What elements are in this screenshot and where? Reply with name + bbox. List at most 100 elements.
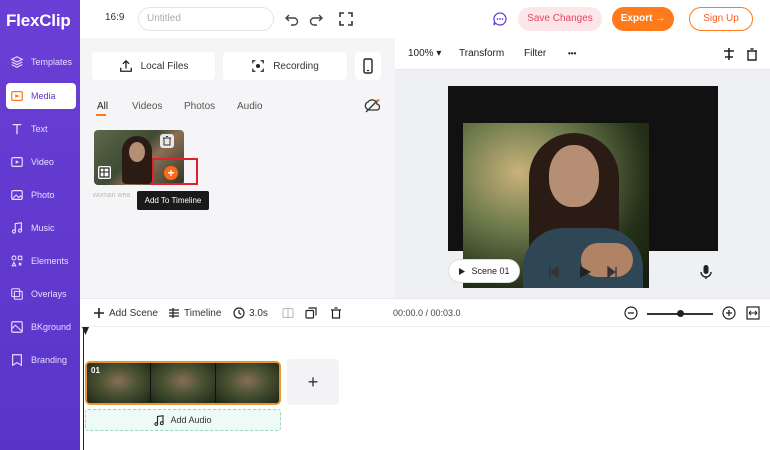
tab-all[interactable]: All bbox=[97, 101, 108, 112]
timeline-icon bbox=[169, 308, 179, 318]
sidebar-item-label: Text bbox=[31, 124, 48, 134]
scene-label: Scene 01 bbox=[471, 266, 510, 276]
duration-value: 3.0s bbox=[249, 307, 268, 319]
playhead[interactable] bbox=[82, 327, 89, 450]
delete-media-icon[interactable] bbox=[160, 134, 174, 148]
trash-icon[interactable] bbox=[330, 307, 342, 319]
phone-upload-button[interactable] bbox=[355, 52, 381, 80]
timeline-area: 01 + Add Audio bbox=[80, 326, 770, 450]
branding-icon bbox=[12, 354, 22, 367]
hide-used-media-icon[interactable] bbox=[364, 98, 380, 114]
music-note-icon bbox=[154, 414, 165, 426]
chat-icon[interactable] bbox=[492, 11, 508, 27]
duplicate-icon[interactable] bbox=[305, 307, 317, 319]
sidebar-item-overlays[interactable]: Overlays bbox=[6, 281, 76, 307]
zoom-slider-handle[interactable] bbox=[677, 310, 684, 317]
active-tab-indicator bbox=[96, 114, 106, 116]
highlight-box bbox=[152, 158, 198, 185]
preview-panel: 100% ▾ Transform Filter ••• Scene 01 bbox=[395, 38, 770, 298]
sidebar-item-media[interactable]: Media bbox=[6, 83, 76, 109]
timeline-label: Timeline bbox=[184, 307, 222, 319]
add-audio-label: Add Audio bbox=[170, 415, 212, 425]
aspect-ratio-selector[interactable]: 16:9 bbox=[105, 12, 124, 23]
export-button[interactable]: Export → bbox=[612, 7, 674, 31]
logo-text: FlexClip bbox=[6, 11, 71, 30]
zoom-in-icon[interactable] bbox=[722, 306, 736, 320]
sidebar-item-label: Media bbox=[31, 91, 56, 101]
add-audio-button[interactable]: Add Audio bbox=[85, 409, 281, 431]
fullscreen-icon[interactable] bbox=[338, 11, 354, 27]
flexclip-editor: FlexClip Templates Media Text Video Phot… bbox=[0, 0, 770, 450]
play-icon[interactable] bbox=[578, 265, 592, 279]
sidebar-item-branding[interactable]: Branding bbox=[6, 347, 76, 373]
background-icon bbox=[11, 321, 23, 333]
upload-icon bbox=[119, 59, 132, 72]
sidebar-item-label: Video bbox=[31, 157, 54, 167]
sidebar-item-label: Music bbox=[31, 223, 55, 233]
sidebar-item-elements[interactable]: Elements bbox=[6, 248, 76, 274]
sidebar-item-label: Overlays bbox=[31, 289, 67, 299]
split-icon[interactable] bbox=[282, 307, 294, 319]
zoom-value: 100% bbox=[408, 48, 434, 59]
previous-icon[interactable] bbox=[548, 266, 560, 278]
align-icon[interactable] bbox=[722, 47, 736, 61]
add-scene-label: Add Scene bbox=[109, 307, 158, 319]
sidebar-item-label: Templates bbox=[31, 57, 73, 67]
music-icon bbox=[11, 222, 23, 234]
zoom-out-icon[interactable] bbox=[624, 306, 638, 320]
tab-audio[interactable]: Audio bbox=[237, 101, 263, 112]
save-changes-button[interactable]: Save Changes bbox=[518, 7, 602, 31]
sidebar-item-video[interactable]: Video bbox=[6, 149, 76, 175]
phone-icon bbox=[363, 58, 373, 74]
microphone-icon[interactable] bbox=[699, 264, 713, 280]
play-small-icon bbox=[459, 267, 466, 275]
preview-toolbar: 100% ▾ Transform Filter ••• bbox=[395, 38, 770, 70]
sidebar: FlexClip Templates Media Text Video Phot… bbox=[0, 0, 80, 450]
delete-icon[interactable] bbox=[745, 47, 759, 61]
media-folder-icon bbox=[11, 91, 23, 101]
timeline-clip[interactable]: 01 bbox=[85, 361, 281, 405]
top-header: 16:9 Untitled Save Changes Export → Sign… bbox=[80, 0, 770, 38]
media-panel: Local Files Recording All Videos Photos … bbox=[80, 38, 395, 298]
sidebar-item-music[interactable]: Music bbox=[6, 215, 76, 241]
overlays-icon bbox=[11, 288, 23, 300]
next-icon[interactable] bbox=[606, 266, 618, 278]
redo-icon[interactable] bbox=[308, 11, 324, 27]
layers-icon bbox=[10, 56, 24, 68]
duration-button[interactable]: 3.0s bbox=[233, 307, 268, 319]
sidebar-item-templates[interactable]: Templates bbox=[6, 49, 76, 75]
record-icon bbox=[252, 60, 265, 72]
local-files-button[interactable]: Local Files bbox=[92, 52, 215, 80]
sidebar-item-bkground[interactable]: BKground bbox=[6, 314, 76, 340]
zoom-selector[interactable]: 100% ▾ bbox=[408, 48, 441, 59]
sidebar-item-label: Elements bbox=[31, 256, 69, 266]
tab-videos[interactable]: Videos bbox=[132, 101, 162, 112]
project-title-input[interactable]: Untitled bbox=[138, 7, 274, 31]
text-icon bbox=[12, 123, 22, 135]
scene-selector[interactable]: Scene 01 bbox=[448, 259, 520, 283]
sidebar-item-text[interactable]: Text bbox=[6, 116, 76, 142]
plus-icon bbox=[94, 308, 104, 318]
recording-button[interactable]: Recording bbox=[223, 52, 347, 80]
local-files-label: Local Files bbox=[140, 60, 189, 72]
timeline-toggle-button[interactable]: Timeline bbox=[168, 307, 221, 319]
playhead-marker[interactable] bbox=[82, 327, 89, 335]
fit-timeline-icon[interactable] bbox=[746, 306, 760, 320]
undo-icon[interactable] bbox=[284, 11, 300, 27]
photo-icon bbox=[11, 190, 23, 200]
filter-button[interactable]: Filter bbox=[524, 48, 546, 59]
add-scene-tile[interactable]: + bbox=[287, 359, 339, 405]
transform-button[interactable]: Transform bbox=[459, 48, 504, 59]
tab-photos[interactable]: Photos bbox=[184, 101, 215, 112]
add-to-timeline-tooltip: Add To Timeline bbox=[137, 191, 209, 210]
subject-face bbox=[549, 145, 599, 207]
clip-number: 01 bbox=[91, 366, 100, 375]
add-scene-button[interactable]: Add Scene bbox=[93, 307, 158, 319]
sidebar-item-label: BKground bbox=[31, 322, 72, 332]
flexclip-logo[interactable]: FlexClip bbox=[6, 10, 71, 32]
clock-icon bbox=[233, 307, 245, 319]
sign-up-button[interactable]: Sign Up bbox=[689, 7, 753, 31]
sidebar-item-photo[interactable]: Photo bbox=[6, 182, 76, 208]
clip-frame bbox=[151, 363, 216, 403]
more-button[interactable]: ••• bbox=[568, 49, 576, 58]
